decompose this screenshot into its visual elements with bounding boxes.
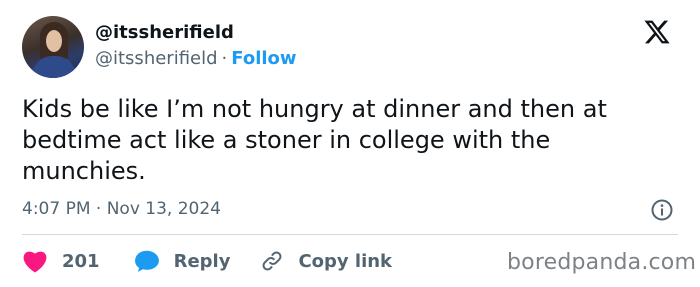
- avatar-face: [46, 30, 62, 52]
- reply-label: Reply: [173, 250, 231, 272]
- timestamp[interactable]: 4:07 PM · Nov 13, 2024: [22, 199, 221, 219]
- info-icon[interactable]: [650, 198, 674, 222]
- action-bar: 201 Reply Copy link: [22, 248, 392, 274]
- x-logo-icon[interactable]: [643, 18, 671, 46]
- handle-separator: ·: [221, 48, 228, 69]
- copy-link-label: Copy link: [298, 250, 393, 272]
- speech-bubble-icon: [134, 250, 159, 272]
- reply-button[interactable]: Reply: [134, 249, 261, 273]
- avatar[interactable]: [22, 16, 84, 78]
- copy-link-button[interactable]: Copy link: [260, 249, 392, 273]
- like-button[interactable]: 201: [22, 249, 134, 273]
- like-count: 201: [62, 250, 100, 272]
- follow-button[interactable]: Follow: [231, 48, 296, 69]
- avatar-body: [32, 56, 76, 78]
- watermark: boredpanda.com: [507, 250, 697, 275]
- tweet-card: @itssherifield @itssherifield · Follow Kid…: [0, 0, 700, 287]
- tweet-text: Kids be like I’m not hungry at dinner an…: [22, 95, 607, 185]
- heart-icon: [23, 251, 47, 273]
- handle[interactable]: @itssherifield: [95, 48, 218, 69]
- divider: [22, 234, 678, 235]
- link-icon: [262, 251, 282, 271]
- handle-line: @itssherifield · Follow: [95, 48, 297, 69]
- display-name[interactable]: @itssherifield: [95, 22, 234, 43]
